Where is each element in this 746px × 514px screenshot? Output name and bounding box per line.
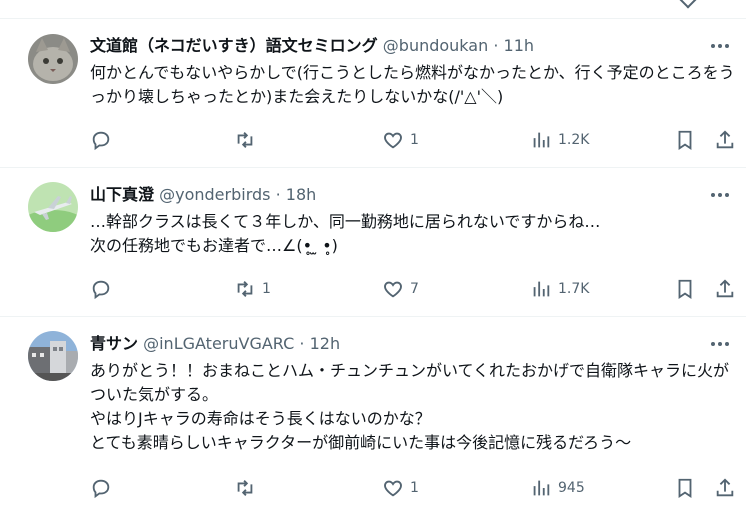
tweet[interactable]: 山下真澄 @yonderbirds · 18h …幹部クラスは長くて３年しか、同… <box>0 168 746 317</box>
repost-icon <box>237 281 253 297</box>
repost-icon <box>237 480 253 496</box>
like-button[interactable]: 1 <box>382 128 419 152</box>
avatar[interactable] <box>28 34 78 84</box>
bookmark-button[interactable] <box>674 277 696 301</box>
user-handle[interactable]: @inLGAteruVGARC <box>143 334 294 353</box>
repost-button[interactable] <box>234 476 262 500</box>
bookmark-button[interactable] <box>674 476 696 500</box>
bookmark-icon <box>678 130 692 150</box>
share-icon <box>716 130 734 149</box>
tweet-header: 青サン @inLGAteruVGARC · 12h <box>90 333 340 355</box>
separator-dot: · <box>299 334 305 353</box>
more-icon[interactable] <box>708 336 732 352</box>
share-icon <box>716 279 734 298</box>
display-name[interactable]: 文道館（ネコだいすき）語文セミロング <box>90 36 378 55</box>
chevron-down-icon[interactable] <box>679 0 697 9</box>
like-icon <box>384 132 402 149</box>
share-icon <box>716 478 734 497</box>
views-icon <box>533 281 550 297</box>
views-button[interactable]: 1.7K <box>530 277 589 301</box>
reply-icon <box>92 131 110 151</box>
reply-button[interactable] <box>90 476 118 500</box>
like-button[interactable]: 1 <box>382 476 419 500</box>
tweet-header: 山下真澄 @yonderbirds · 18h <box>90 184 316 206</box>
share-button[interactable] <box>714 476 736 500</box>
timestamp[interactable]: 18h <box>286 185 317 204</box>
reply-icon <box>92 479 110 499</box>
tweet-header: 文道館（ネコだいすき）語文セミロング @bundoukan · 11h <box>90 35 534 57</box>
tweet-text: …幹部クラスは長くて３年しか、同一勤務地に居られないですからね… 次の任務地でも… <box>90 212 601 255</box>
like-icon <box>384 480 402 497</box>
tweet[interactable]: 青サン @inLGAteruVGARC · 12h ありがとう！！おまねことハム… <box>0 317 746 514</box>
views-icon <box>533 480 550 496</box>
bookmark-icon <box>678 478 692 498</box>
action-bar: 1 1.2K <box>90 128 740 152</box>
timestamp[interactable]: 12h <box>310 334 341 353</box>
display-name[interactable]: 青サン <box>90 334 138 353</box>
tweet-text: ありがとう！！おまねことハム・チュンチュンがいてくれたおかげで自衛隊キャラに火が… <box>90 361 730 452</box>
tweet[interactable]: 文道館（ネコだいすき）語文セミロング @bundoukan · 11h 何かとん… <box>0 19 746 168</box>
action-bar: 1 7 1.7K <box>90 277 740 301</box>
repost-button[interactable] <box>234 128 262 152</box>
repost-button[interactable]: 1 <box>234 277 271 301</box>
action-bar: 1 945 <box>90 476 740 500</box>
separator-dot: · <box>275 185 281 204</box>
display-name[interactable]: 山下真澄 <box>90 185 154 204</box>
share-button[interactable] <box>714 128 736 152</box>
reply-button[interactable] <box>90 128 118 152</box>
like-icon <box>384 281 402 298</box>
views-count: 945 <box>558 480 585 496</box>
views-count: 1.7K <box>558 281 590 297</box>
views-button[interactable]: 1.2K <box>530 128 589 152</box>
repost-count: 1 <box>262 281 271 297</box>
views-count: 1.2K <box>558 132 590 148</box>
avatar[interactable] <box>28 331 78 381</box>
views-icon <box>533 132 550 148</box>
like-count: 1 <box>410 480 419 496</box>
tweet-text: 何かとんでもないやらかしで(行こうとしたら燃料がなかったとか、行く予定のところを… <box>90 63 735 106</box>
more-icon[interactable] <box>708 187 732 203</box>
reply-icon <box>92 280 110 300</box>
user-handle[interactable]: @yonderbirds <box>159 185 270 204</box>
reply-button[interactable] <box>90 277 118 301</box>
separator-dot: · <box>493 36 499 55</box>
bookmark-icon <box>678 279 692 299</box>
bookmark-button[interactable] <box>674 128 696 152</box>
timestamp[interactable]: 11h <box>504 36 535 55</box>
share-button[interactable] <box>714 277 736 301</box>
like-count: 1 <box>410 132 419 148</box>
more-icon[interactable] <box>708 38 732 54</box>
previous-tweet-edge <box>0 0 746 19</box>
like-button[interactable]: 7 <box>382 277 419 301</box>
user-handle[interactable]: @bundoukan <box>383 36 488 55</box>
views-button[interactable]: 945 <box>530 476 585 500</box>
repost-icon <box>237 132 253 148</box>
like-count: 7 <box>410 281 419 297</box>
avatar[interactable] <box>28 182 78 232</box>
